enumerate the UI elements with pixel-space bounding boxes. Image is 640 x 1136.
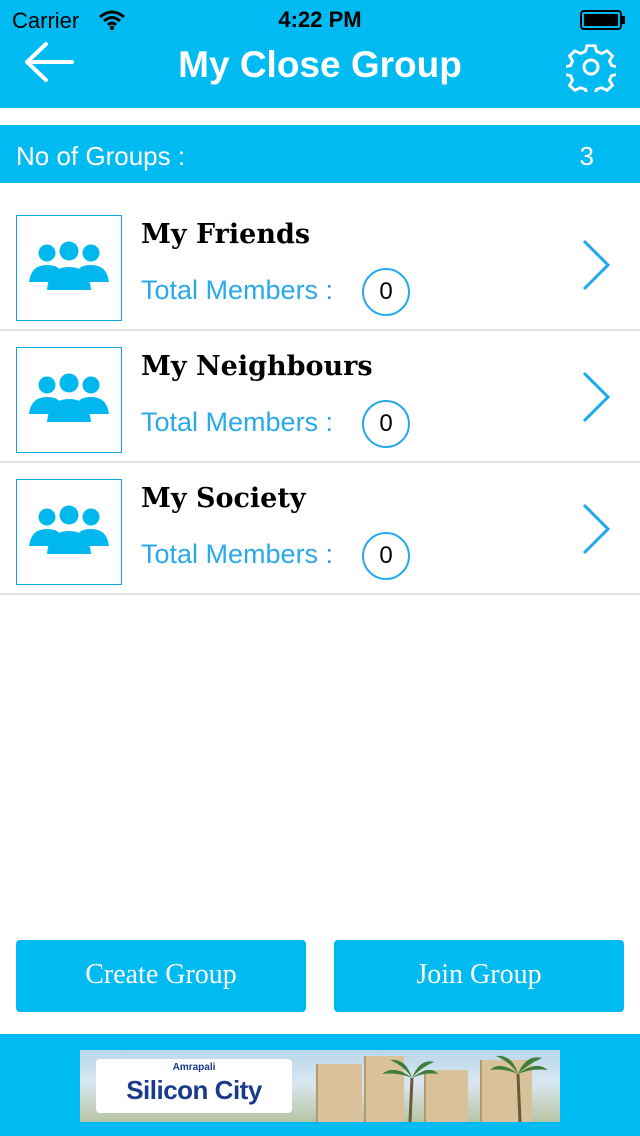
people-group-icon	[29, 505, 109, 554]
group-row-neighbours[interactable]: My Neighbours Total Members : 0	[0, 331, 640, 463]
page-title: My Close Group	[178, 44, 462, 85]
settings-button[interactable]	[563, 44, 619, 97]
group-avatar	[16, 479, 122, 585]
top-bar: Carrier 4:22 PM My Close Group	[0, 0, 640, 108]
group-avatar	[16, 215, 122, 321]
palm-tree-graphic	[382, 1059, 438, 1122]
members-label: Total Members :	[141, 275, 334, 305]
members-label: Total Members :	[141, 539, 334, 569]
banner-brand: Amrapali	[172, 1062, 216, 1073]
group-name: My Friends	[141, 219, 311, 250]
group-name: My Neighbours	[141, 351, 373, 382]
members-count-badge: 0	[362, 400, 410, 448]
palm-tree-graphic	[490, 1055, 548, 1122]
group-count-label: No of Groups :	[16, 141, 186, 171]
chevron-right-icon[interactable]	[578, 237, 614, 293]
group-row-friends[interactable]: My Friends Total Members : 0	[0, 199, 640, 331]
members-count-badge: 0	[362, 268, 410, 316]
people-group-icon	[29, 373, 109, 422]
status-bar: Carrier 4:22 PM	[0, 0, 640, 40]
group-count-bar: No of Groups : 3	[0, 125, 640, 183]
create-group-button[interactable]: Create Group	[16, 940, 306, 1012]
chevron-right-icon[interactable]	[578, 369, 614, 425]
group-row-society[interactable]: My Society Total Members : 0	[0, 463, 640, 595]
members-label: Total Members :	[141, 407, 334, 437]
join-group-button[interactable]: Join Group	[334, 940, 624, 1012]
chevron-right-icon[interactable]	[578, 501, 614, 557]
footer-bar: Amrapali Silicon City	[0, 1034, 640, 1136]
banner-building	[316, 1064, 362, 1122]
status-time: 4:22 PM	[278, 7, 362, 32]
members-count-badge: 0	[362, 532, 410, 580]
banner-name: Silicon City	[126, 1075, 262, 1105]
gear-icon	[563, 44, 619, 97]
people-group-icon	[29, 241, 109, 290]
ad-banner[interactable]: Amrapali Silicon City	[80, 1050, 560, 1122]
group-name: My Society	[141, 483, 306, 514]
group-count-value: 3	[579, 141, 594, 171]
banner-logo: Amrapali Silicon City	[96, 1059, 292, 1113]
battery-icon	[580, 10, 625, 30]
group-avatar	[16, 347, 122, 453]
